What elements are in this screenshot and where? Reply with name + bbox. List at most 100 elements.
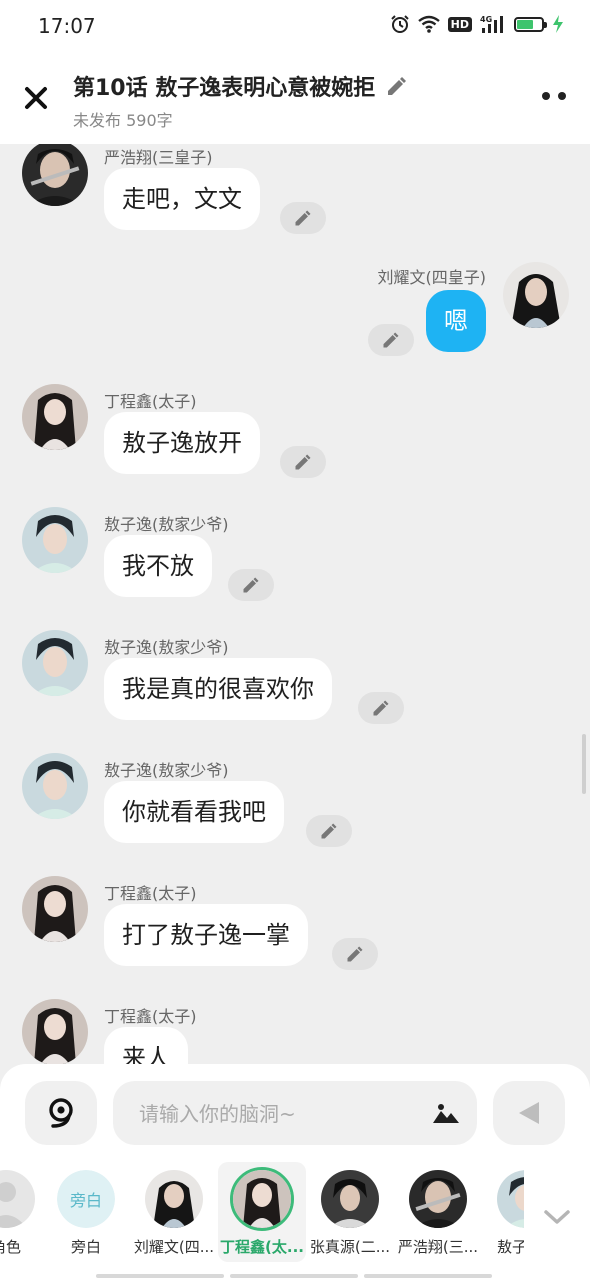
speaker-name: 丁程鑫(太子) — [104, 1007, 197, 1026]
edit-message-button[interactable] — [280, 202, 326, 234]
chat-message: 敖子逸(敖家少爷) 你就看看我吧 — [0, 753, 590, 853]
speaker-name: 敖子逸(敖家少爷) — [104, 761, 229, 780]
chat-message: 敖子逸(敖家少爷) 我是真的很喜欢你 — [0, 630, 590, 730]
chat-message: 严浩翔(三皇子) 走吧，文文 — [0, 144, 590, 244]
more-icon[interactable] — [542, 92, 566, 100]
role-name: 张真源(二... — [309, 1238, 391, 1256]
avatar[interactable] — [22, 384, 88, 450]
status-time: 17:07 — [38, 14, 96, 38]
speaker-name: 丁程鑫(太子) — [104, 884, 197, 903]
pencil-icon — [295, 454, 311, 470]
avatar[interactable] — [22, 630, 88, 696]
speaker-name: 敖子逸(敖家少爷) — [104, 515, 229, 534]
signal-icon: 4G — [480, 15, 503, 33]
charging-icon — [553, 15, 563, 33]
more-dot — [542, 92, 550, 100]
role-name: 旁白 — [70, 1238, 101, 1256]
edit-message-button[interactable] — [280, 446, 326, 478]
image-icon[interactable] — [431, 1101, 461, 1125]
message-input[interactable] — [137, 1081, 421, 1147]
avatar — [409, 1170, 467, 1228]
message-bubble[interactable]: 打了敖子逸一掌 — [104, 904, 308, 966]
voice-icon — [49, 1098, 73, 1128]
avatar[interactable] — [22, 876, 88, 942]
message-bubble[interactable]: 我不放 — [104, 535, 212, 597]
avatar[interactable] — [22, 507, 88, 573]
role-item-yan[interactable]: 严浩翔(三... — [394, 1162, 482, 1262]
battery-icon — [514, 16, 547, 32]
pencil-icon — [347, 946, 363, 962]
hd-icon: HD — [447, 16, 472, 32]
avatar[interactable] — [22, 999, 88, 1064]
speaker-name: 敖子逸(敖家少爷) — [104, 638, 229, 657]
chat-message: 敖子逸(敖家少爷) 我不放 — [0, 507, 590, 607]
chat-message: 刘耀文(四皇子) 嗯 — [0, 260, 590, 360]
role-name: 敖子逸 — [497, 1238, 524, 1256]
indicator-segment — [96, 1274, 224, 1278]
role-name: 刘耀文(四... — [133, 1238, 215, 1256]
avatar — [321, 1170, 379, 1228]
edit-message-button[interactable] — [306, 815, 352, 847]
battery-tip — [544, 21, 547, 28]
message-bubble[interactable]: 来人 — [104, 1027, 188, 1064]
chat-message: 丁程鑫(太子) 敖子逸放开 — [0, 384, 590, 484]
role-name: 丁程鑫(太... — [220, 1238, 304, 1256]
avatar: 旁白 — [57, 1170, 115, 1228]
bottom-indicator — [96, 1274, 492, 1278]
more-dot — [558, 92, 566, 100]
send-icon — [519, 1102, 539, 1124]
close-icon[interactable] — [20, 82, 52, 114]
edit-message-button[interactable] — [332, 938, 378, 970]
chat-message: 丁程鑫(太子) 打了敖子逸一掌 — [0, 876, 590, 976]
pencil-icon — [383, 332, 399, 348]
title-row: 第10话 敖子逸表明心意被婉拒 — [73, 70, 409, 102]
battery-level — [517, 19, 534, 29]
role-item-liu[interactable]: 刘耀文(四... — [130, 1162, 218, 1262]
narrator-badge: 旁白 — [57, 1170, 115, 1228]
chapter-subtitle: 未发布 590字 — [73, 111, 173, 130]
pencil-icon — [295, 210, 311, 226]
header: 第10话 敖子逸表明心意被婉拒 未发布 590字 — [0, 52, 590, 144]
avatar — [497, 1170, 524, 1228]
composer-panel: 角色 旁白 旁白 刘耀文(四... 丁程鑫(太... 张真源(二... — [0, 1064, 590, 1280]
avatar — [230, 1167, 294, 1231]
chevron-down-icon[interactable] — [542, 1207, 572, 1227]
message-bubble[interactable]: 敖子逸放开 — [104, 412, 260, 474]
pencil-icon — [321, 823, 337, 839]
edit-message-button[interactable] — [228, 569, 274, 601]
wifi-icon — [417, 15, 440, 33]
role-name: 严浩翔(三... — [397, 1238, 479, 1256]
role-selector: 角色 旁白 旁白 刘耀文(四... 丁程鑫(太... 张真源(二... — [0, 1162, 590, 1266]
chat-area[interactable]: 严浩翔(三皇子) 走吧，文文 刘耀文(四皇子) 嗯 丁程鑫(太子) 敖子逸放开 … — [0, 144, 590, 1064]
edit-message-button[interactable] — [368, 324, 414, 356]
avatar[interactable] — [22, 753, 88, 819]
role-item-ding[interactable]: 丁程鑫(太... — [218, 1162, 306, 1262]
pencil-icon[interactable] — [385, 74, 409, 98]
chat-message: 丁程鑫(太子) 来人 — [0, 999, 590, 1064]
message-bubble[interactable]: 你就看看我吧 — [104, 781, 284, 843]
chapter-title[interactable]: 第10话 敖子逸表明心意被婉拒 — [73, 70, 375, 102]
indicator-segment — [364, 1274, 492, 1278]
message-bubble[interactable]: 走吧，文文 — [104, 168, 260, 230]
status-icons: HD 4G — [390, 14, 564, 34]
send-button[interactable] — [493, 1081, 565, 1145]
status-bar: 17:07 HD 4G — [0, 0, 590, 52]
speaker-name: 严浩翔(三皇子) — [104, 148, 213, 167]
avatar — [145, 1170, 203, 1228]
pencil-icon — [243, 577, 259, 593]
avatar — [0, 1170, 35, 1228]
avatar[interactable] — [22, 144, 88, 206]
input-box — [113, 1081, 477, 1147]
pencil-icon — [373, 700, 389, 716]
message-bubble[interactable]: 嗯 — [426, 290, 486, 352]
speaker-name: 丁程鑫(太子) — [104, 392, 197, 411]
role-item-zhang[interactable]: 张真源(二... — [306, 1162, 394, 1262]
voice-button[interactable] — [25, 1081, 97, 1145]
edit-message-button[interactable] — [358, 692, 404, 724]
role-item-narrator[interactable]: 旁白 旁白 — [42, 1162, 130, 1262]
message-bubble[interactable]: 我是真的很喜欢你 — [104, 658, 332, 720]
role-item-ao[interactable]: 敖子逸 — [482, 1162, 524, 1262]
scrollbar[interactable] — [582, 734, 586, 794]
avatar[interactable] — [503, 262, 569, 328]
svg-text:4G: 4G — [480, 15, 492, 24]
